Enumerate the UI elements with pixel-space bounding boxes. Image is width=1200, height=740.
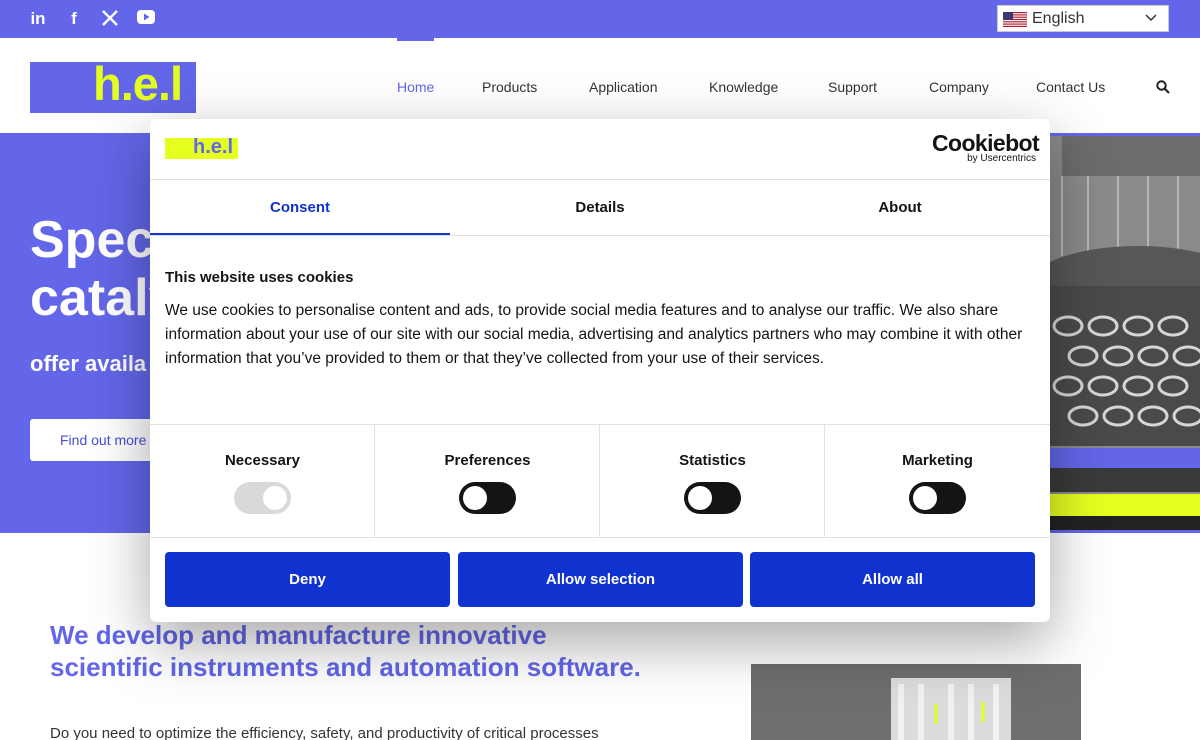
tab-about[interactable]: About (750, 180, 1050, 235)
cookiebot-logo[interactable]: Cookiebot by Usercentrics (932, 131, 1040, 164)
search-icon[interactable] (1156, 80, 1170, 94)
site-logo[interactable]: h.e.l (30, 57, 196, 113)
hero-subtitle: offer availa (30, 351, 147, 376)
preferences-toggle[interactable] (459, 482, 516, 514)
marketing-toggle[interactable] (909, 482, 966, 514)
nav-support[interactable]: Support (828, 79, 877, 95)
nav-active-indicator (397, 38, 434, 41)
dialog-description: We use cookies to personalise content an… (165, 302, 1023, 367)
statistics-toggle[interactable] (684, 482, 741, 514)
divider (150, 235, 1050, 236)
necessary-toggle (234, 482, 291, 514)
nav-company[interactable]: Company (929, 79, 989, 95)
nav-knowledge[interactable]: Knowledge (709, 79, 778, 95)
allow-all-button[interactable]: Allow all (750, 552, 1035, 607)
dialog-logo: h.e.l (165, 136, 238, 159)
tab-details[interactable]: Details (450, 180, 750, 235)
nav-products[interactable]: Products (482, 79, 537, 95)
intro-body-text: Do you need to optimize the efficiency, … (50, 725, 599, 740)
x-icon[interactable] (100, 9, 120, 29)
us-flag-icon (1003, 12, 1027, 27)
nav-application[interactable]: Application (589, 79, 658, 95)
deny-button[interactable]: Deny (165, 552, 450, 607)
intro-tagline: We develop and manufacture innovative sc… (50, 620, 641, 682)
allow-selection-button[interactable]: Allow selection (458, 552, 743, 607)
cookie-consent-dialog: h.e.l Cookiebot by Usercentrics Consent … (150, 119, 1050, 622)
language-label: English (1032, 10, 1085, 27)
category-statistics: Statistics (600, 425, 825, 538)
nav-contact-us[interactable]: Contact Us (1036, 79, 1105, 95)
category-preferences: Preferences (375, 425, 600, 538)
language-select[interactable]: English (997, 5, 1169, 32)
chevron-down-icon (1144, 10, 1158, 29)
cookie-categories: Necessary Preferences Statistics Marketi… (150, 424, 1050, 538)
dialog-heading: This website uses cookies (165, 269, 354, 286)
nav-home[interactable]: Home (397, 79, 434, 95)
youtube-icon[interactable] (136, 9, 156, 29)
hero-photo (1048, 136, 1200, 530)
linkedin-icon[interactable]: in (28, 9, 48, 29)
facebook-icon[interactable]: f (64, 9, 84, 29)
top-bar: in f English (0, 0, 1200, 38)
category-necessary: Necessary (150, 425, 375, 538)
instrument-photo (751, 664, 1081, 740)
tab-consent[interactable]: Consent (150, 180, 450, 235)
category-marketing: Marketing (825, 425, 1050, 538)
